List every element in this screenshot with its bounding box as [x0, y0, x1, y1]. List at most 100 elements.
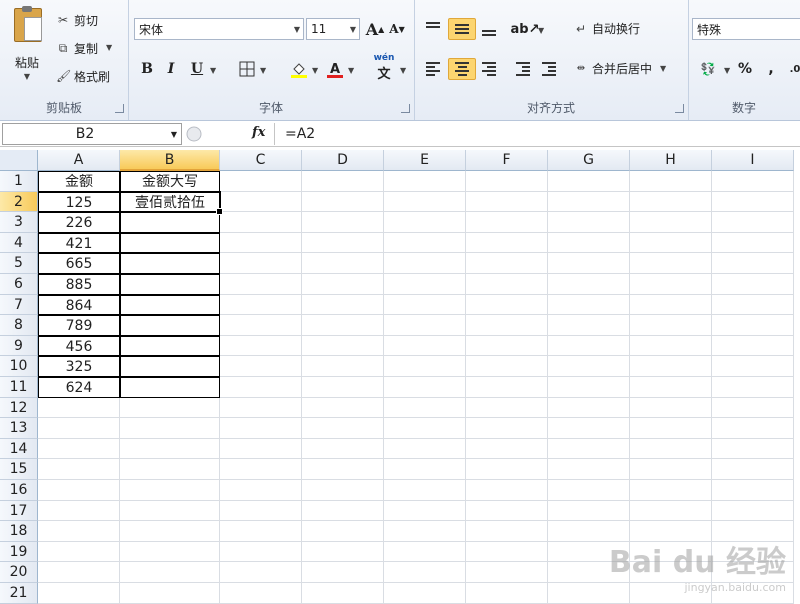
cell-b6[interactable] — [120, 274, 220, 295]
cell-c5[interactable] — [220, 253, 302, 274]
cell-f18[interactable] — [466, 521, 548, 542]
row-header-12[interactable]: 12 — [0, 397, 38, 419]
cell-d17[interactable] — [302, 500, 384, 522]
cell-d10[interactable] — [302, 356, 384, 377]
font-color-button[interactable]: A — [324, 58, 346, 80]
accounting-format-button[interactable]: 💱 — [694, 58, 722, 80]
row-header-9[interactable]: 9 — [0, 335, 38, 357]
cell-c20[interactable] — [220, 562, 302, 583]
row-header-17[interactable]: 17 — [0, 500, 38, 522]
cell-i5[interactable] — [712, 253, 794, 274]
cell-b17[interactable] — [120, 500, 220, 522]
merge-center-button[interactable]: ⇹ 合并后居中 ▼ — [574, 60, 670, 77]
cell-e18[interactable] — [384, 521, 466, 542]
row-header-5[interactable]: 5 — [0, 253, 38, 274]
cell-g16[interactable] — [548, 480, 630, 501]
cell-b3[interactable] — [120, 212, 220, 233]
cell-h16[interactable] — [630, 480, 712, 501]
row-header-21[interactable]: 21 — [0, 583, 38, 604]
cell-e7[interactable] — [384, 294, 466, 316]
cell-a21[interactable] — [38, 583, 120, 604]
row-header-18[interactable]: 18 — [0, 521, 38, 542]
cell-h4[interactable] — [630, 232, 712, 254]
cell-g1[interactable] — [548, 171, 630, 192]
cell-d15[interactable] — [302, 459, 384, 480]
cell-h5[interactable] — [630, 253, 712, 274]
cell-b4[interactable] — [120, 232, 220, 254]
row-header-19[interactable]: 19 — [0, 541, 38, 563]
align-center-button[interactable] — [448, 58, 476, 80]
decrease-indent-button[interactable] — [512, 58, 534, 80]
cell-f10[interactable] — [466, 356, 548, 377]
chevron-down-icon[interactable]: ▼ — [312, 66, 318, 75]
cell-e5[interactable] — [384, 253, 466, 274]
cell-a12[interactable] — [38, 397, 120, 419]
cell-e6[interactable] — [384, 274, 466, 295]
cell-d4[interactable] — [302, 232, 384, 254]
cell-g3[interactable] — [548, 212, 630, 233]
chevron-down-icon[interactable]: ▼ — [348, 66, 354, 75]
cell-h3[interactable] — [630, 212, 712, 233]
cell-a19[interactable] — [38, 541, 120, 563]
cell-e20[interactable] — [384, 562, 466, 583]
cell-c11[interactable] — [220, 377, 302, 398]
cell-b14[interactable] — [120, 438, 220, 460]
select-all-corner[interactable] — [0, 150, 38, 171]
cell-b20[interactable] — [120, 562, 220, 583]
cell-b1[interactable]: 金额大写 — [120, 171, 220, 192]
column-header-c[interactable]: C — [220, 150, 302, 171]
cell-i15[interactable] — [712, 459, 794, 480]
cell-e9[interactable] — [384, 335, 466, 357]
increase-decimal-button[interactable]: .0 — [784, 58, 800, 80]
column-header-b[interactable]: B — [120, 150, 220, 171]
cell-a16[interactable] — [38, 480, 120, 501]
row-header-2[interactable]: 2 — [0, 191, 38, 213]
cell-f3[interactable] — [466, 212, 548, 233]
formula-input[interactable]: =A2 — [274, 123, 800, 145]
cell-a13[interactable] — [38, 418, 120, 439]
cell-b2[interactable]: 壹佰贰拾伍 — [119, 190, 221, 214]
cell-e2[interactable] — [384, 191, 466, 213]
cell-f12[interactable] — [466, 397, 548, 419]
cell-a15[interactable] — [38, 459, 120, 480]
dialog-launcher-icon[interactable] — [115, 104, 124, 113]
cell-g15[interactable] — [548, 459, 630, 480]
cell-h2[interactable] — [630, 191, 712, 213]
cell-a9[interactable]: 456 — [38, 335, 120, 357]
cell-g7[interactable] — [548, 294, 630, 316]
cell-e12[interactable] — [384, 397, 466, 419]
column-header-i[interactable]: I — [712, 150, 794, 171]
column-header-a[interactable]: A — [38, 150, 120, 171]
row-header-14[interactable]: 14 — [0, 438, 38, 460]
cell-a20[interactable] — [38, 562, 120, 583]
fill-handle[interactable] — [216, 208, 223, 216]
align-bottom-button[interactable] — [478, 18, 500, 40]
cell-e17[interactable] — [384, 500, 466, 522]
cell-h1[interactable] — [630, 171, 712, 192]
name-box[interactable]: B2 ▼ — [2, 123, 182, 145]
cell-f11[interactable] — [466, 377, 548, 398]
cell-c1[interactable] — [220, 171, 302, 192]
percent-button[interactable]: % — [734, 58, 756, 80]
cell-d3[interactable] — [302, 212, 384, 233]
chevron-down-icon[interactable]: ▼ — [260, 66, 266, 75]
cell-f8[interactable] — [466, 315, 548, 336]
cell-c9[interactable] — [220, 335, 302, 357]
cell-e10[interactable] — [384, 356, 466, 377]
cell-c21[interactable] — [220, 583, 302, 604]
cell-i11[interactable] — [712, 377, 794, 398]
cell-f17[interactable] — [466, 500, 548, 522]
cell-b15[interactable] — [120, 459, 220, 480]
align-left-button[interactable] — [422, 58, 444, 80]
orientation-button[interactable]: ab↗ — [511, 18, 540, 40]
cell-b5[interactable] — [120, 253, 220, 274]
row-header-8[interactable]: 8 — [0, 315, 38, 336]
cell-g2[interactable] — [548, 191, 630, 213]
cell-f2[interactable] — [466, 191, 548, 213]
cell-c14[interactable] — [220, 438, 302, 460]
cell-f1[interactable] — [466, 171, 548, 192]
cell-d1[interactable] — [302, 171, 384, 192]
cell-i16[interactable] — [712, 480, 794, 501]
cell-h8[interactable] — [630, 315, 712, 336]
cell-c3[interactable] — [220, 212, 302, 233]
